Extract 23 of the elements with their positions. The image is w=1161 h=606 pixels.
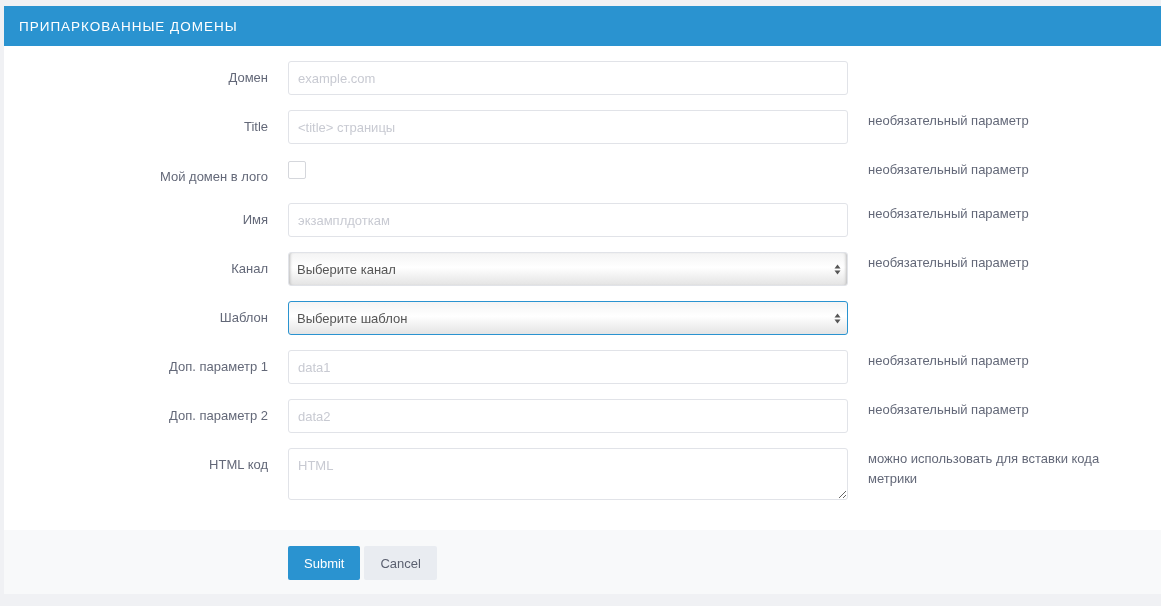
field-label: HTML код <box>208 456 269 474</box>
field-label: Домен <box>227 69 269 87</box>
help-text: необязательный параметр <box>868 206 1029 221</box>
select-dropdown[interactable]: Выберите канал <box>288 252 848 286</box>
updown-arrows-icon <box>834 312 841 324</box>
checkbox[interactable] <box>288 161 306 179</box>
field-label: Доп. параметр 2 <box>168 407 269 425</box>
help-text: необязательный параметр <box>868 255 1029 270</box>
help-text: можно использовать для вставки кода метрики <box>868 451 1100 486</box>
help-text: необязательный параметр <box>868 353 1029 368</box>
field-label: Канал <box>230 260 269 278</box>
updown-arrows-icon <box>834 263 841 275</box>
panel-title: ПРИПАРКОВАННЫЕ ДОМЕНЫ <box>19 18 238 34</box>
field-label: Шаблон <box>218 309 269 327</box>
help-text: необязательный параметр <box>868 113 1029 128</box>
field-label: Доп. параметр 1 <box>168 358 269 376</box>
select-dropdown[interactable]: Выберите шаблон <box>288 301 848 335</box>
field-label: Title <box>242 118 269 136</box>
cancel-button[interactable]: Cancel <box>364 546 437 580</box>
help-text: необязательный параметр <box>868 402 1029 417</box>
field-label: Имя <box>241 211 269 229</box>
field-label: Мой домен в лого <box>158 168 269 186</box>
help-text: необязательный параметр <box>868 162 1029 177</box>
